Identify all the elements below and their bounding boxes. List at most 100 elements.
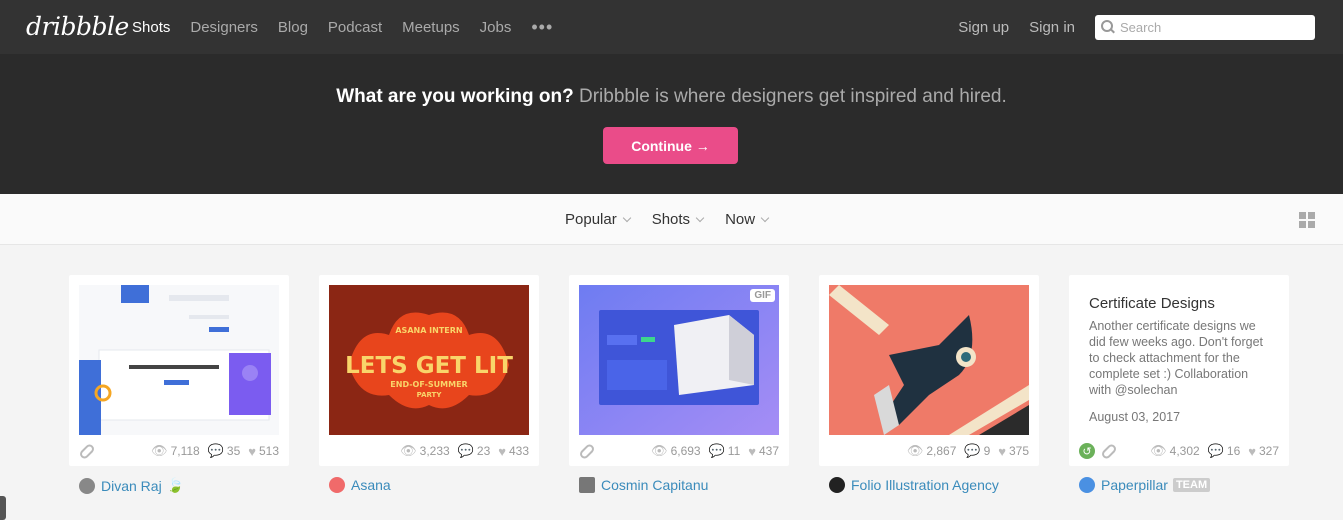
author-link[interactable]: Cosmin Capitanu — [601, 477, 708, 493]
eye-icon: 👁 — [151, 443, 168, 458]
nav-jobs[interactable]: Jobs — [480, 19, 512, 36]
shot-item: 👁 2,867 💬 9 ♥ 375 Folio Illustration Agency — [819, 275, 1039, 493]
filter-group: Popular Shots Now — [565, 194, 790, 245]
shot-byline: Asana — [319, 477, 539, 493]
signup-link[interactable]: Sign up — [958, 19, 1009, 36]
avatar[interactable] — [829, 477, 845, 493]
shot-card[interactable]: GIF 👁 6,693 💬 11 ♥ 437 — [569, 275, 789, 466]
likes-count: 437 — [758, 444, 779, 458]
edge-handle[interactable] — [0, 496, 6, 520]
shot-thumbnail[interactable]: GIF — [579, 285, 779, 435]
grid-view-icon[interactable] — [1299, 212, 1315, 228]
chevron-down-icon — [622, 213, 631, 223]
shot-item: 👁 7,118 💬 35 ♥ 513 Divan Raj 🍃 — [69, 275, 289, 494]
shot-card[interactable]: ASANA INTERN LETS GET LIT END-OF-SUMMER … — [319, 275, 539, 466]
hero-lead: What are you working on? — [336, 86, 574, 107]
author-link[interactable]: Divan Raj — [101, 478, 162, 494]
comment-icon: 💬 — [1207, 443, 1224, 458]
nav-meetups[interactable]: Meetups — [402, 19, 460, 36]
hero-banner: What are you working on? Dribbble is whe… — [0, 54, 1343, 194]
views-stat: 👁 3,233 — [400, 443, 450, 459]
author-link[interactable]: Folio Illustration Agency — [851, 477, 999, 493]
gif-badge: GIF — [750, 289, 775, 302]
art-line-main: LETS GET LIT — [345, 353, 513, 379]
shot-byline: Cosmin Capitanu — [569, 477, 789, 493]
team-badge: TEAM — [1172, 478, 1211, 492]
likes-stat[interactable]: ♥ 433 — [498, 444, 529, 459]
search-box[interactable] — [1095, 14, 1315, 40]
shot-stats: 👁 2,867 💬 9 ♥ 375 — [829, 441, 1029, 461]
dashboard-art — [579, 285, 779, 435]
rebound-icon[interactable]: ↺ — [1079, 443, 1095, 459]
comment-icon: 💬 — [708, 443, 725, 458]
comments-count: 9 — [983, 444, 991, 458]
shot-thumbnail[interactable] — [79, 285, 279, 435]
likes-stat[interactable]: ♥ 437 — [748, 444, 779, 459]
shot-stats: 👁 3,233 💬 23 ♥ 433 — [329, 441, 529, 461]
filter-bar: Popular Shots Now — [0, 194, 1343, 245]
link-icon[interactable] — [1100, 442, 1118, 460]
link-icon[interactable] — [578, 442, 596, 460]
nav-podcast[interactable]: Podcast — [328, 19, 382, 36]
nav-blog[interactable]: Blog — [278, 19, 308, 36]
avatar[interactable] — [1079, 477, 1095, 493]
shot-byline: Divan Raj 🍃 — [69, 477, 289, 494]
likes-count: 513 — [258, 444, 279, 458]
comments-stat[interactable]: 💬 23 — [458, 443, 491, 459]
nav-designers[interactable]: Designers — [190, 19, 258, 36]
avatar[interactable] — [79, 477, 95, 494]
comments-stat[interactable]: 💬 11 — [709, 443, 741, 459]
shot-card[interactable]: 👁 2,867 💬 9 ♥ 375 — [819, 275, 1039, 466]
nav-right: Sign up Sign in — [958, 0, 1315, 54]
likes-count: 433 — [508, 444, 529, 458]
art-line-top: ASANA INTERN — [395, 326, 462, 335]
views-stat: 👁 7,118 — [151, 443, 200, 459]
author-link[interactable]: Asana — [351, 477, 391, 493]
continue-button[interactable]: Continue → — [603, 127, 738, 164]
hero-text: What are you working on? Dribbble is whe… — [0, 86, 1343, 108]
art-line-sub: END-OF-SUMMER — [390, 380, 467, 389]
views-count: 3,233 — [419, 444, 450, 458]
shot-stats: ↺ 👁 4,302 💬 16 ♥ 327 — [1079, 441, 1279, 461]
likes-stat[interactable]: ♥ 513 — [248, 444, 279, 459]
comments-stat[interactable]: 💬 16 — [1208, 443, 1241, 459]
shot-stats: 👁 7,118 💬 35 ♥ 513 — [78, 441, 279, 461]
author-link[interactable]: Paperpillar — [1101, 477, 1168, 493]
link-icon[interactable] — [78, 442, 96, 460]
shot-byline: Folio Illustration Agency — [819, 477, 1039, 493]
likes-stat[interactable]: ♥ 375 — [998, 444, 1029, 459]
signin-link[interactable]: Sign in — [1029, 19, 1075, 36]
heart-icon: ♥ — [1248, 443, 1256, 459]
shot-card[interactable]: 👁 7,118 💬 35 ♥ 513 — [69, 275, 289, 466]
shot-card[interactable]: Certificate Designs Another certificate … — [1069, 275, 1289, 466]
leaf-icon: 🍃 — [166, 477, 185, 493]
more-menu-icon[interactable]: ••• — [531, 17, 553, 38]
views-stat: 👁 4,302 — [1150, 443, 1200, 459]
sort-filter[interactable]: Popular — [565, 211, 631, 228]
heart-icon: ♥ — [248, 443, 256, 459]
shot-date: August 03, 2017 — [1089, 410, 1181, 424]
type-filter-label: Shots — [651, 211, 691, 228]
avatar[interactable] — [579, 477, 595, 493]
dribbble-logo[interactable]: dribbble — [26, 12, 129, 41]
views-count: 7,118 — [170, 444, 200, 458]
comments-count: 35 — [226, 444, 241, 458]
shot-item: GIF 👁 6,693 💬 11 ♥ 437 Cosmin Capitanu — [569, 275, 789, 493]
comments-stat[interactable]: 💬 35 — [208, 443, 241, 459]
views-count: 2,867 — [926, 444, 957, 458]
time-filter[interactable]: Now — [725, 211, 770, 228]
shot-thumbnail[interactable] — [829, 285, 1029, 435]
shot-text-preview[interactable]: Certificate Designs Another certificate … — [1079, 285, 1279, 435]
shot-description: Another certificate designs we did few w… — [1089, 319, 1264, 397]
shot-thumbnail[interactable]: ASANA INTERN LETS GET LIT END-OF-SUMMER … — [329, 285, 529, 435]
eye-icon: 👁 — [400, 443, 417, 458]
avatar[interactable] — [329, 477, 345, 493]
likes-stat[interactable]: ♥ 327 — [1248, 444, 1279, 459]
comments-stat[interactable]: 💬 9 — [964, 443, 990, 459]
heart-icon: ♥ — [998, 443, 1006, 459]
art-line-bottom: PARTY — [417, 391, 443, 399]
type-filter[interactable]: Shots — [651, 211, 705, 228]
nav-shots[interactable]: Shots — [132, 19, 170, 36]
shot-byline: Paperpillar TEAM — [1069, 477, 1289, 493]
search-input[interactable] — [1120, 19, 1310, 35]
